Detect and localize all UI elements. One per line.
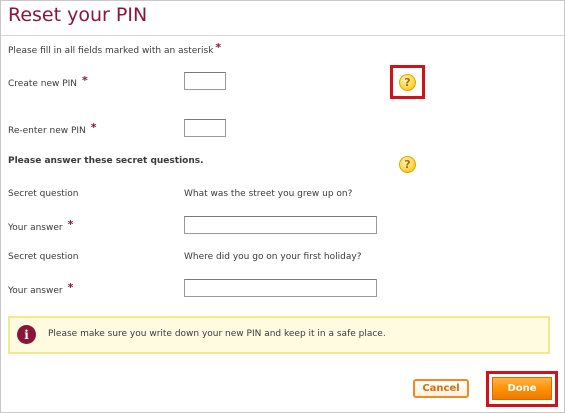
- safety-notice: i Please make sure you write down your n…: [8, 316, 550, 354]
- answer-1-input[interactable]: [184, 216, 377, 234]
- cancel-button[interactable]: Cancel: [413, 379, 469, 398]
- reset-pin-dialog: Reset your PIN Please fill in all fields…: [0, 0, 565, 413]
- secret-question-2-text: Where did you go on your first holiday?: [184, 252, 362, 262]
- info-icon: i: [17, 325, 36, 344]
- required-instructions: Please fill in all fields marked with an…: [8, 41, 222, 56]
- required-asterisk: *: [67, 218, 74, 231]
- notice-text: Please make sure you write down your new…: [48, 329, 386, 339]
- required-asterisk: *: [215, 41, 222, 54]
- create-pin-label-row: Create new PIN *: [8, 74, 88, 89]
- required-asterisk: *: [67, 281, 74, 294]
- answer-2-label-row: Your answer *: [8, 281, 74, 296]
- secret-question-label: Secret question: [8, 252, 79, 262]
- highlight-box-help: [390, 65, 425, 99]
- help-question-icon[interactable]: ?: [399, 156, 416, 173]
- reenter-pin-label: Re-enter new PIN: [8, 126, 86, 136]
- create-pin-input[interactable]: [184, 72, 226, 90]
- required-asterisk: *: [82, 74, 88, 87]
- required-asterisk: *: [90, 121, 97, 134]
- page-title: Reset your PIN: [8, 4, 148, 26]
- create-pin-label: Create new PIN: [8, 79, 78, 89]
- answer-label: Your answer: [8, 286, 63, 296]
- secret-questions-heading: Please answer these secret questions.: [8, 156, 204, 166]
- instructions-text: Please fill in all fields marked with an…: [8, 46, 214, 56]
- reenter-pin-label-row: Re-enter new PIN *: [8, 121, 97, 136]
- title-divider: [1, 35, 564, 36]
- reenter-pin-input[interactable]: [184, 119, 226, 137]
- highlight-box-done: [486, 371, 558, 407]
- secret-question-1-text: What was the street you grew up on?: [184, 189, 353, 199]
- answer-label: Your answer: [8, 223, 63, 233]
- secret-question-label: Secret question: [8, 189, 79, 199]
- answer-2-input[interactable]: [184, 279, 377, 297]
- answer-1-label-row: Your answer *: [8, 218, 74, 233]
